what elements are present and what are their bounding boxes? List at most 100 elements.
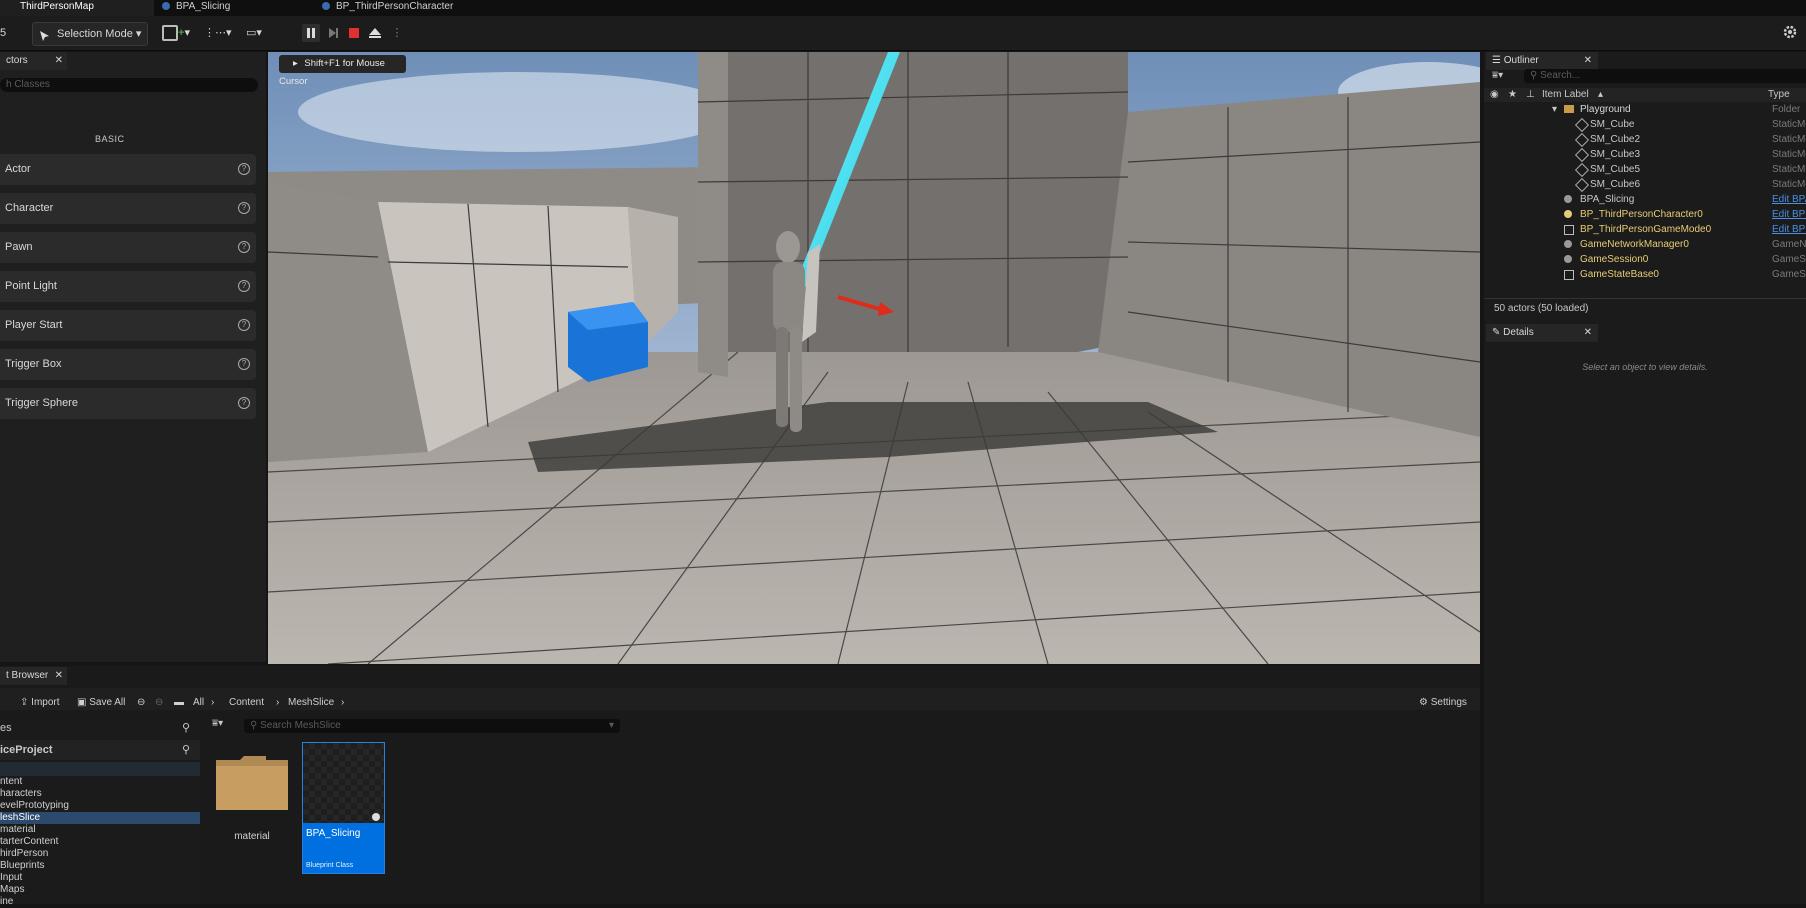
eject-button[interactable]: [366, 24, 384, 42]
place-item-point-light[interactable]: Point Light?: [0, 271, 256, 302]
breadcrumb-meshslice[interactable]: MeshSlice: [288, 697, 334, 708]
outliner-row[interactable]: GameStateBase0 GameSt: [1484, 267, 1806, 282]
help-icon[interactable]: ?: [238, 397, 250, 409]
column-item-label[interactable]: Item Label: [1542, 88, 1589, 102]
class-search-input[interactable]: h Classes: [0, 78, 258, 92]
visibility-icon[interactable]: ◉: [1490, 88, 1499, 102]
asset-tile-material[interactable]: material: [214, 752, 290, 852]
cinematics-button[interactable]: ▭▾: [246, 22, 276, 44]
tree-item[interactable]: hirdPerson: [0, 848, 48, 860]
selection-mode-dropdown[interactable]: Selection Mode ▾: [32, 22, 149, 46]
asset-search-input[interactable]: ⚲ Search MeshSlice ▾: [244, 719, 620, 733]
tree-item[interactable]: material: [0, 824, 36, 836]
place-item-character[interactable]: Character?: [0, 193, 256, 224]
outliner-row-folder[interactable]: ▾ Playground Folder: [1484, 102, 1806, 117]
outliner-row[interactable]: SM_Cube5 StaticMe: [1484, 162, 1806, 178]
sources-panel: es ⚲ iceProject ⚲ ntent haracters evelProt…: [0, 718, 200, 907]
place-item-pawn[interactable]: Pawn?: [0, 232, 256, 263]
save-all-button[interactable]: ▣ Save All: [77, 697, 125, 708]
save-icon: ▣: [77, 697, 90, 708]
help-icon[interactable]: ?: [238, 241, 250, 253]
help-icon[interactable]: ?: [238, 280, 250, 292]
play-options-button[interactable]: ⋮: [388, 24, 406, 42]
outliner-row[interactable]: BPA_Slicing Edit BPA: [1484, 192, 1806, 207]
column-type[interactable]: Type: [1768, 88, 1790, 102]
tree-item[interactable]: ine: [0, 896, 13, 908]
close-icon[interactable]: ✕: [1584, 324, 1592, 342]
outliner-row[interactable]: GameNetworkManager0 GameNe: [1484, 237, 1806, 252]
place-item-player-start[interactable]: Player Start?: [0, 310, 256, 341]
tree-item[interactable]: haracters: [0, 788, 42, 800]
tab-thirdpersonmap[interactable]: ThirdPersonMap: [0, 0, 154, 16]
tab-bp-thirdpersoncharacter[interactable]: BP_ThirdPersonCharacter: [318, 0, 502, 16]
edit-blueprint-link[interactable]: Edit BPA: [1772, 192, 1806, 207]
help-icon[interactable]: ?: [238, 319, 250, 331]
chevron-down-icon[interactable]: ▾: [609, 719, 614, 733]
tab-bpa-slicing[interactable]: BPA_Slicing: [158, 0, 312, 16]
tree-item[interactable]: Input: [0, 872, 22, 884]
back-button[interactable]: ⊖: [137, 697, 145, 708]
tree-item[interactable]: ntent: [0, 776, 22, 788]
forward-icon: ⊖: [155, 697, 164, 708]
outliner-row[interactable]: BP_ThirdPersonCharacter0 Edit BP_: [1484, 207, 1806, 222]
skip-frame-button[interactable]: [324, 24, 342, 42]
tab-label: ctors: [6, 55, 28, 66]
outliner-row[interactable]: SM_Cube2 StaticMe: [1484, 132, 1806, 148]
place-item-trigger-box[interactable]: Trigger Box?: [0, 349, 256, 380]
add-actor-button[interactable]: +▾: [162, 22, 192, 44]
settings-button[interactable]: ⚙ Settings: [1419, 697, 1467, 708]
level-viewport[interactable]: ▸ Shift+F1 for Mouse Cursor: [268, 52, 1480, 664]
viewport-scene[interactable]: [268, 52, 1480, 664]
outliner-row[interactable]: SM_Cube StaticMe: [1484, 117, 1806, 133]
tree-item-selected[interactable]: leshSlice: [0, 812, 200, 824]
tab-label: ThirdPersonMap: [20, 1, 94, 12]
close-icon[interactable]: ✕: [55, 667, 63, 685]
help-icon[interactable]: ?: [238, 163, 250, 175]
place-actors-tab[interactable]: ctors ✕: [0, 52, 67, 70]
row-type: GameNe: [1772, 239, 1806, 250]
outliner-search-input[interactable]: ⚲ Search...: [1524, 69, 1806, 83]
settings-label: Settings: [1430, 697, 1467, 708]
close-icon[interactable]: ✕: [55, 52, 63, 70]
asset-filter-button[interactable]: ⩸▾: [212, 718, 223, 729]
help-icon[interactable]: ?: [238, 202, 250, 214]
edit-blueprint-link[interactable]: Edit BP_: [1772, 222, 1806, 237]
pause-button[interactable]: [302, 24, 320, 42]
outliner-row[interactable]: GameSession0 GameSe: [1484, 252, 1806, 267]
filter-button[interactable]: ⩸▾: [1492, 70, 1503, 81]
outliner-tab[interactable]: ☰ Outliner ✕: [1486, 52, 1598, 70]
help-icon[interactable]: ?: [238, 358, 250, 370]
row-name: BPA_Slicing: [1580, 194, 1635, 205]
star-icon[interactable]: ★: [1508, 88, 1517, 102]
row-type: StaticMe: [1772, 119, 1806, 130]
settings-button[interactable]: [1782, 24, 1798, 40]
outliner-row[interactable]: BP_ThirdPersonGameMode0 Edit BP_: [1484, 222, 1806, 237]
breadcrumb-all[interactable]: All: [193, 697, 204, 708]
search-icon[interactable]: ⚲: [182, 740, 190, 760]
breadcrumb-content[interactable]: Content: [229, 697, 264, 708]
tree-item[interactable]: Blueprints: [0, 860, 44, 872]
edit-blueprint-link[interactable]: Edit BP_: [1772, 207, 1806, 222]
forward-button[interactable]: ⊖: [155, 697, 163, 708]
import-button[interactable]: ⇪ Import: [20, 697, 60, 708]
tree-item[interactable]: evelPrototyping: [0, 800, 69, 812]
stop-button[interactable]: [345, 24, 363, 42]
tree-item[interactable]: tarterContent: [0, 836, 58, 848]
pin-icon[interactable]: ⊥: [1526, 88, 1535, 102]
favorites-header[interactable]: es ⚲: [0, 718, 200, 738]
asset-tile-bpa-slicing[interactable]: BPA_Slicing Blueprint Class: [302, 742, 385, 874]
tree-item[interactable]: Maps: [0, 884, 24, 896]
place-item-label: Pawn: [5, 241, 33, 253]
place-item-trigger-sphere[interactable]: Trigger Sphere?: [0, 388, 256, 419]
blueprints-button[interactable]: ⋮⋯▾: [204, 22, 234, 44]
place-item-actor[interactable]: Actor?: [0, 154, 256, 185]
details-tab[interactable]: ✎ Details ✕: [1486, 324, 1598, 342]
project-header[interactable]: iceProject ⚲: [0, 740, 200, 760]
actor-icon: [1564, 255, 1572, 263]
outliner-row[interactable]: SM_Cube3 StaticMe: [1484, 147, 1806, 163]
search-icon[interactable]: ⚲: [182, 718, 190, 738]
blueprint-icon: [162, 2, 170, 11]
content-browser-tab[interactable]: t Browser ✕: [0, 667, 67, 685]
outliner-row[interactable]: SM_Cube6 StaticMe: [1484, 177, 1806, 193]
close-icon[interactable]: ✕: [1584, 52, 1592, 70]
